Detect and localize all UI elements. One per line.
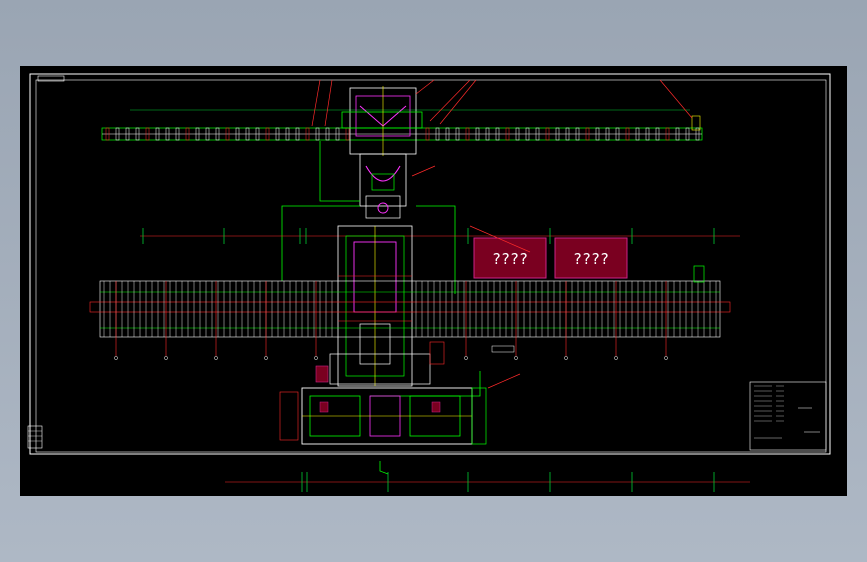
cad-drawing-svg: ???? ???? (27, 73, 831, 492)
lower-machine (279, 387, 487, 445)
outer-sheet-border (29, 73, 831, 455)
note-tag (491, 345, 515, 353)
placeholder-block-1: ???? (473, 237, 547, 279)
dimension-lines (140, 228, 750, 492)
central-tower (315, 225, 445, 387)
title-block (749, 381, 827, 451)
top-transfer-head (341, 86, 423, 219)
structure-lines (281, 141, 481, 475)
placeholder-label-1: ???? (492, 250, 528, 268)
placeholder-label-2: ???? (573, 250, 609, 268)
main-conveyor (89, 265, 731, 360)
cad-drawing-viewport[interactable]: ???? ???? (20, 66, 847, 496)
balloon-leader-icon (311, 79, 693, 389)
upper-conveyor (101, 109, 703, 141)
placeholder-block-2: ???? (554, 237, 628, 279)
